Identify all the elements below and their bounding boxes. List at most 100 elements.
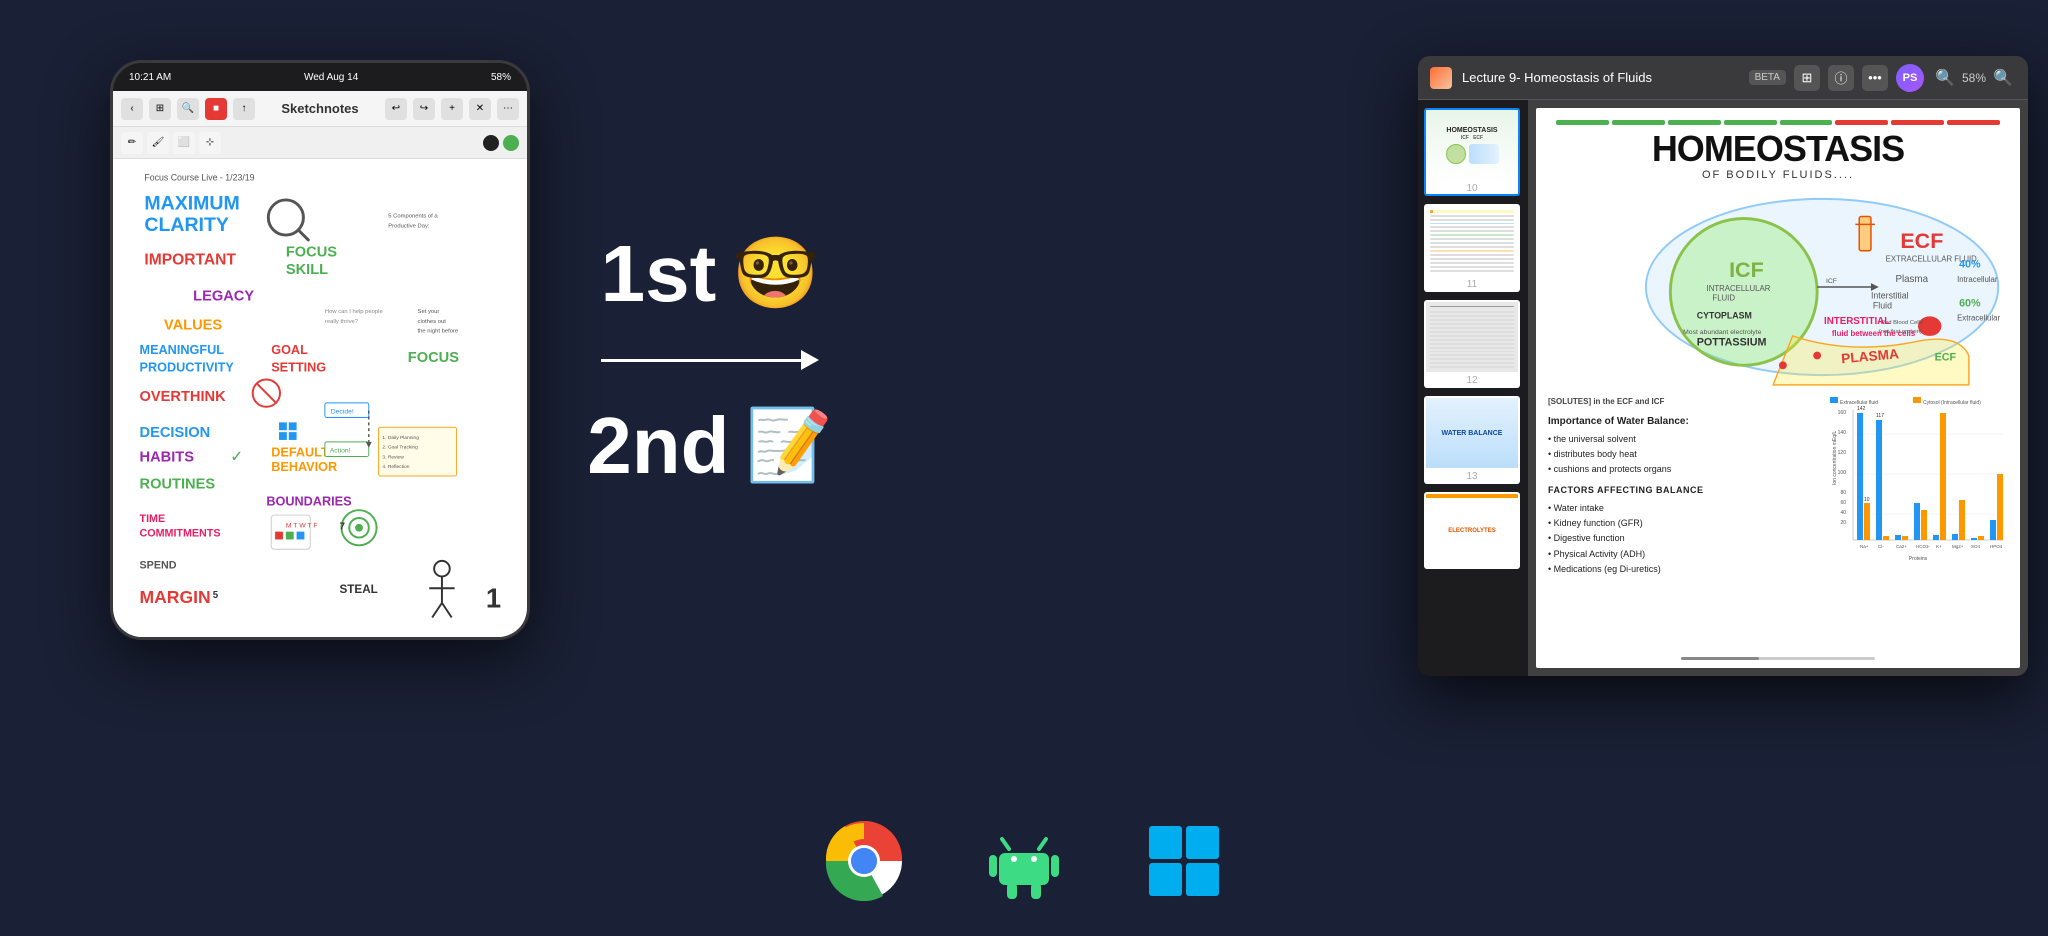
toolbar-title: Sketchnotes [261, 101, 379, 116]
android-icon-container[interactable] [984, 821, 1064, 906]
svg-text:INTERSTITIAL: INTERSTITIAL [1824, 316, 1890, 327]
svg-text:80: 80 [1840, 490, 1846, 496]
user-avatar[interactable]: PS [1896, 64, 1924, 92]
svg-text:fluid between the cells: fluid between the cells [1832, 329, 1916, 338]
svg-text:M T W T F: M T W T F [286, 523, 318, 530]
sidebar-toggle-button[interactable]: ⊞ [1794, 65, 1820, 91]
tablet-date: Wed Aug 14 [304, 72, 358, 83]
svg-text:Focus Course Live - 1/23/19: Focus Course Live - 1/23/19 [144, 172, 254, 182]
svg-text:FOCUS: FOCUS [408, 350, 459, 366]
pdf-thumbnails[interactable]: HOMEOSTASIS ICF ECF 10 [1418, 100, 1528, 676]
svg-text:20: 20 [1840, 520, 1846, 526]
pdf-page: HOMEOSTASIS OF BODILY FLUIDS.... IC [1536, 108, 2020, 668]
svg-text:Ion concentration mEq/L: Ion concentration mEq/L [1832, 431, 1838, 485]
tablet-toolbar: ‹ ⊞ 🔍 ■ ↑ Sketchnotes ↩ ↪ + ✕ ⋯ [113, 91, 527, 127]
svg-text:100: 100 [1838, 470, 1847, 476]
svg-text:40: 40 [1840, 510, 1846, 516]
undo-icon[interactable]: ↩ [385, 98, 407, 120]
second-label: 2nd 📝 [587, 400, 832, 492]
windows-icon-container[interactable] [1144, 821, 1224, 906]
svg-text:2. Goal Tracking: 2. Goal Tracking [382, 445, 418, 451]
zoom-in-button[interactable]: 🔍 [1990, 65, 2016, 91]
svg-text:the night before: the night before [418, 329, 459, 335]
svg-text:Ca2+: Ca2+ [1896, 544, 1907, 549]
chrome-icon-container[interactable] [824, 821, 904, 906]
homeostasis-title: HOMEOSTASIS [1548, 131, 2008, 167]
svg-text:SKILL: SKILL [286, 262, 328, 278]
scroll-indicator [1681, 657, 1875, 660]
thumb-label-13: 13 [1426, 471, 1518, 482]
redo-icon[interactable]: ↪ [413, 98, 435, 120]
thumb-label-10: 10 [1426, 183, 1518, 194]
svg-text:Action!: Action! [330, 448, 351, 455]
svg-text:HCO3-: HCO3- [1916, 544, 1931, 549]
svg-text:INTRACELLULAR: INTRACELLULAR [1707, 284, 1771, 293]
homeostasis-diagram-svg: ICF INTRACELLULAR FLUID CYTOPLASM Most a… [1548, 187, 2008, 387]
more-options-button[interactable]: ••• [1862, 65, 1888, 91]
svg-text:VALUES: VALUES [164, 318, 222, 334]
tablet-device: 10:21 AM Wed Aug 14 58% ‹ ⊞ 🔍 ■ ↑ Sketch… [110, 60, 530, 640]
bottom-icons [824, 821, 1224, 906]
svg-text:Plasma: Plasma [1895, 274, 1928, 285]
svg-text:HABITS: HABITS [140, 449, 195, 465]
svg-text:Fluid: Fluid [1873, 301, 1892, 311]
arrow-head [801, 350, 819, 370]
zoom-level: 58% [1962, 71, 1986, 85]
info-button[interactable]: ⓘ [1828, 65, 1854, 91]
emoji-2nd: 📝 [746, 405, 833, 487]
svg-text:Na+: Na+ [1860, 544, 1869, 549]
bar-chart-svg: Extracellular fluid Cytosol (Intracellul… [1828, 395, 2008, 585]
second-text: 2nd [587, 400, 729, 492]
arrow-row [560, 350, 860, 370]
thumbnail-13[interactable]: WATER BALANCE 13 [1424, 396, 1520, 484]
add-icon[interactable]: + [441, 98, 463, 120]
eraser-icon[interactable]: ⬜ [173, 132, 195, 154]
svg-text:CLARITY: CLARITY [144, 214, 229, 236]
color-black[interactable] [483, 135, 499, 151]
tablet-subtoolbar: ✏ 🖌 ⬜ ⊹ [113, 127, 527, 159]
electrolytes-thumb-text: ELECTROLYTES [1448, 528, 1495, 534]
thumbnail-12[interactable]: 12 [1424, 300, 1520, 388]
importance-section: [SOLUTES] in the ECF and ICF Importance … [1548, 395, 1816, 595]
svg-text:140: 140 [1838, 430, 1847, 436]
select-icon[interactable]: ⊹ [199, 132, 221, 154]
green-bar [1548, 120, 2008, 125]
tablet-status-bar: 10:21 AM Wed Aug 14 58% [113, 63, 527, 91]
svg-text:1: 1 [486, 583, 501, 614]
svg-text:4. Reflection: 4. Reflection [382, 464, 409, 470]
close-icon[interactable]: ✕ [469, 98, 491, 120]
thumbnail-10[interactable]: HOMEOSTASIS ICF ECF 10 [1424, 108, 1520, 196]
svg-text:5 Components of a: 5 Components of a [388, 214, 438, 220]
svg-text:K+: K+ [1936, 544, 1942, 549]
thumbnail-11[interactable]: 11 [1424, 204, 1520, 292]
pen-icon[interactable]: ✏ [121, 132, 143, 154]
sketchnote-svg: Focus Course Live - 1/23/19 MAXIMUM CLAR… [113, 159, 527, 637]
svg-text:142: 142 [1857, 406, 1866, 412]
svg-text:How can I help people: How can I help people [325, 309, 383, 315]
thumbnail-14[interactable]: ELECTROLYTES [1424, 492, 1520, 569]
more-icon[interactable]: ⋯ [497, 98, 519, 120]
importance-point-3: • cushions and protects organs [1548, 462, 1816, 477]
svg-text:3. Review: 3. Review [382, 454, 404, 460]
zoom-out-button[interactable]: 🔍 [1932, 65, 1958, 91]
svg-text:COMMITMENTS: COMMITMENTS [140, 528, 221, 540]
color-green[interactable] [503, 135, 519, 151]
share-icon[interactable]: ↑ [233, 98, 255, 120]
grid-icon[interactable]: ⊞ [149, 98, 171, 120]
emoji-1st: 🤓 [732, 233, 819, 315]
bookmark-icon[interactable]: ■ [205, 98, 227, 120]
search-icon[interactable]: 🔍 [177, 98, 199, 120]
svg-text:Proteins: Proteins [1909, 556, 1928, 562]
svg-text:Most abundant electrolyte: Most abundant electrolyte [1683, 329, 1762, 336]
homeostasis-content: HOMEOSTASIS OF BODILY FLUIDS.... IC [1536, 108, 2020, 668]
svg-text:Productive Day:: Productive Day: [388, 223, 430, 229]
brush-icon[interactable]: 🖌 [147, 132, 169, 154]
back-button[interactable]: ‹ [121, 98, 143, 120]
homeostasis-diagram: ICF INTRACELLULAR FLUID CYTOPLASM Most a… [1548, 187, 2008, 387]
svg-text:40%: 40% [1959, 258, 1981, 270]
solutes-header: [SOLUTES] in the ECF and ICF [1548, 395, 1816, 409]
svg-text:Mg2+: Mg2+ [1952, 544, 1964, 549]
pdf-controls: BETA ⊞ ⓘ ••• PS 🔍 58% 🔍 [1749, 64, 2016, 92]
svg-text:clothes out: clothes out [418, 319, 447, 325]
svg-text:OVERTHINK: OVERTHINK [140, 389, 227, 405]
